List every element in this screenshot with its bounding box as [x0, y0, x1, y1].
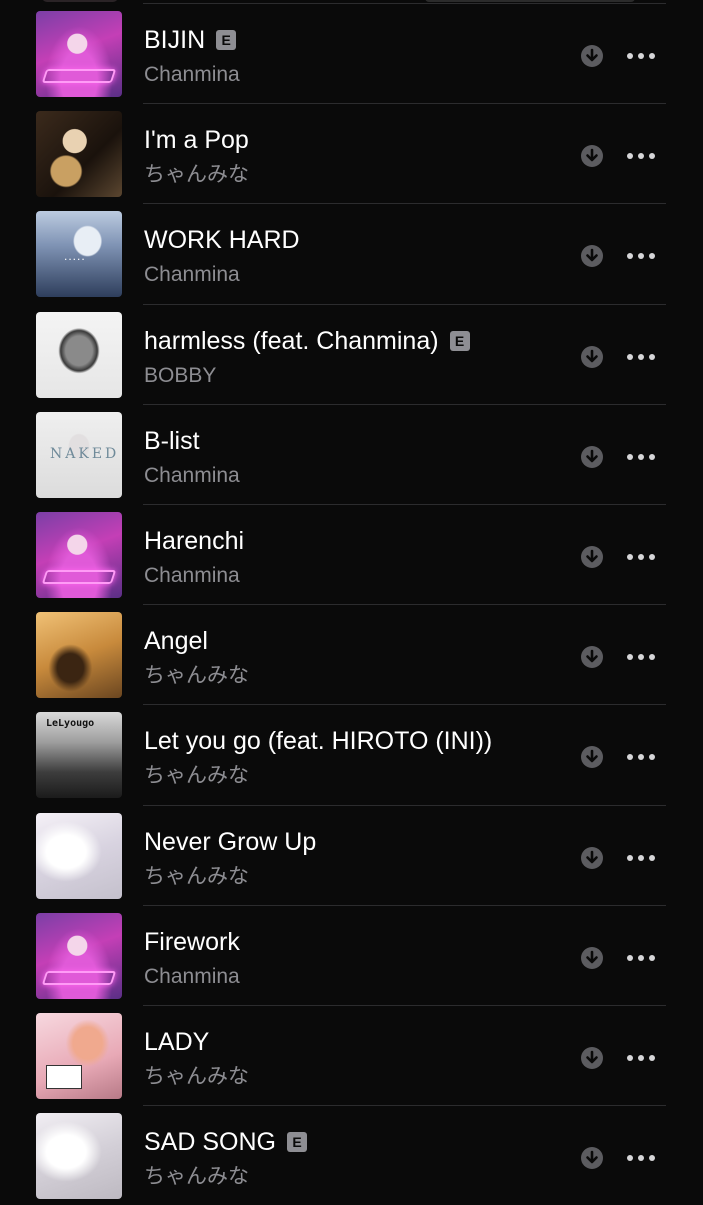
- track-title: Harenchi: [144, 525, 244, 557]
- track-row[interactable]: harmless (feat. Chanmina) E BOBBY: [0, 303, 703, 404]
- track-title: Let you go (feat. HIROTO (INI)): [144, 725, 492, 757]
- album-artwork[interactable]: .....: [36, 211, 122, 298]
- track-title: BIJIN E: [144, 24, 237, 56]
- more-icon[interactable]: [624, 547, 658, 567]
- track-row[interactable]: LADY ちゃんみな: [0, 1004, 703, 1105]
- track-title-text: BIJIN: [144, 26, 206, 54]
- track-title-text: Firework: [144, 927, 240, 956]
- track-artist: BOBBY: [144, 363, 217, 387]
- track-artist: ちゃんみな: [144, 764, 249, 788]
- track-artist: Chanmina: [144, 263, 240, 287]
- album-artwork[interactable]: NAKED: [36, 411, 122, 498]
- track-title: LADY: [144, 1026, 209, 1058]
- track-artist: ちゃんみな: [144, 864, 249, 888]
- artwork-text: NAKED: [50, 445, 120, 462]
- track-artist: ちゃんみな: [144, 163, 249, 187]
- track-title-text: harmless (feat. Chanmina): [144, 326, 439, 355]
- explicit-badge: E: [286, 1132, 307, 1153]
- track-title: I'm a Pop: [144, 124, 249, 156]
- album-artwork[interactable]: [36, 1012, 122, 1099]
- more-icon[interactable]: [624, 347, 658, 367]
- track-title-text: I'm a Pop: [144, 126, 249, 155]
- track-title-text: Harenchi: [144, 526, 245, 555]
- track-row[interactable]: Firework Chanmina: [0, 904, 703, 1005]
- previous-row-bar-edge: [425, 0, 635, 2]
- download-icon[interactable]: [580, 144, 604, 168]
- track-artist: ちゃんみな: [144, 664, 249, 688]
- album-artwork[interactable]: [36, 311, 122, 398]
- artwork-label-box: [46, 1064, 82, 1089]
- download-icon[interactable]: [580, 846, 604, 870]
- track-artist: Chanmina: [144, 563, 240, 587]
- album-artwork[interactable]: [36, 612, 122, 699]
- more-icon[interactable]: [624, 948, 658, 968]
- album-artwork[interactable]: [36, 1113, 122, 1200]
- album-artwork[interactable]: LeLyougo: [36, 712, 122, 799]
- track-title: harmless (feat. Chanmina) E: [144, 325, 470, 357]
- track-artist: Chanmina: [144, 463, 240, 487]
- download-icon[interactable]: [580, 445, 604, 469]
- track-title-text: B-list: [144, 426, 200, 455]
- track-title: B-list: [144, 425, 200, 457]
- more-icon[interactable]: [624, 1048, 658, 1068]
- more-icon[interactable]: [624, 647, 658, 667]
- track-artist: ちゃんみな: [144, 1064, 249, 1088]
- more-icon[interactable]: [624, 447, 658, 467]
- track-title-text: Angel: [144, 627, 208, 656]
- download-icon[interactable]: [580, 946, 604, 970]
- track-title-text: LADY: [144, 1027, 210, 1056]
- explicit-badge: E: [449, 330, 470, 351]
- track-row[interactable]: Angel ちゃんみな: [0, 604, 703, 704]
- album-artwork[interactable]: [36, 511, 122, 598]
- track-row[interactable]: ..... WORK HARD Chanmina: [0, 203, 703, 303]
- track-row[interactable]: SAD SONG E ちゃんみな: [0, 1105, 703, 1205]
- artwork-text: LeLyougo: [46, 718, 95, 730]
- album-artwork[interactable]: [36, 11, 122, 97]
- album-artwork[interactable]: [36, 912, 122, 999]
- download-icon[interactable]: [580, 545, 604, 569]
- track-title: Never Grow Up: [144, 826, 316, 858]
- more-icon[interactable]: [624, 747, 658, 767]
- track-title-text: SAD SONG: [144, 1128, 276, 1157]
- track-title: WORK HARD: [144, 224, 300, 256]
- explicit-badge: E: [216, 30, 237, 50]
- download-icon[interactable]: [580, 244, 604, 268]
- track-row[interactable]: Never Grow Up ちゃんみな: [0, 804, 703, 905]
- track-row[interactable]: BIJIN E Chanmina: [0, 3, 703, 103]
- download-icon[interactable]: [580, 345, 604, 369]
- track-artist: ちゃんみな: [144, 1165, 249, 1189]
- artwork-text: .....: [64, 249, 86, 264]
- track-title: SAD SONG E: [144, 1126, 307, 1158]
- track-artist: Chanmina: [144, 964, 240, 988]
- album-artwork[interactable]: [36, 111, 122, 198]
- track-row[interactable]: I'm a Pop ちゃんみな: [0, 103, 703, 203]
- more-icon[interactable]: [624, 246, 658, 266]
- track-title-text: Let you go (feat. HIROTO (INI)): [144, 727, 493, 756]
- track-title-text: WORK HARD: [144, 226, 300, 255]
- track-row[interactable]: LeLyougo Let you go (feat. HIROTO (INI))…: [0, 704, 703, 804]
- more-icon[interactable]: [624, 1148, 658, 1168]
- download-icon[interactable]: [580, 44, 604, 68]
- album-artwork[interactable]: [36, 812, 122, 899]
- track-list: BIJIN E Chanmina I'm a Pop ちゃんみな ..... W…: [0, 3, 703, 1205]
- download-icon[interactable]: [580, 745, 604, 769]
- track-artist: Chanmina: [144, 63, 240, 86]
- more-icon[interactable]: [624, 46, 658, 66]
- download-icon[interactable]: [580, 645, 604, 669]
- track-title: Angel: [144, 625, 208, 657]
- track-title: Firework: [144, 926, 240, 958]
- more-icon[interactable]: [624, 848, 658, 868]
- download-icon[interactable]: [580, 1046, 604, 1070]
- track-row[interactable]: NAKED B-list Chanmina: [0, 403, 703, 504]
- more-icon[interactable]: [624, 146, 658, 166]
- previous-artwork-edge: [42, 0, 118, 2]
- track-row[interactable]: Harenchi Chanmina: [0, 503, 703, 604]
- track-title-text: Never Grow Up: [144, 827, 317, 856]
- download-icon[interactable]: [580, 1146, 604, 1170]
